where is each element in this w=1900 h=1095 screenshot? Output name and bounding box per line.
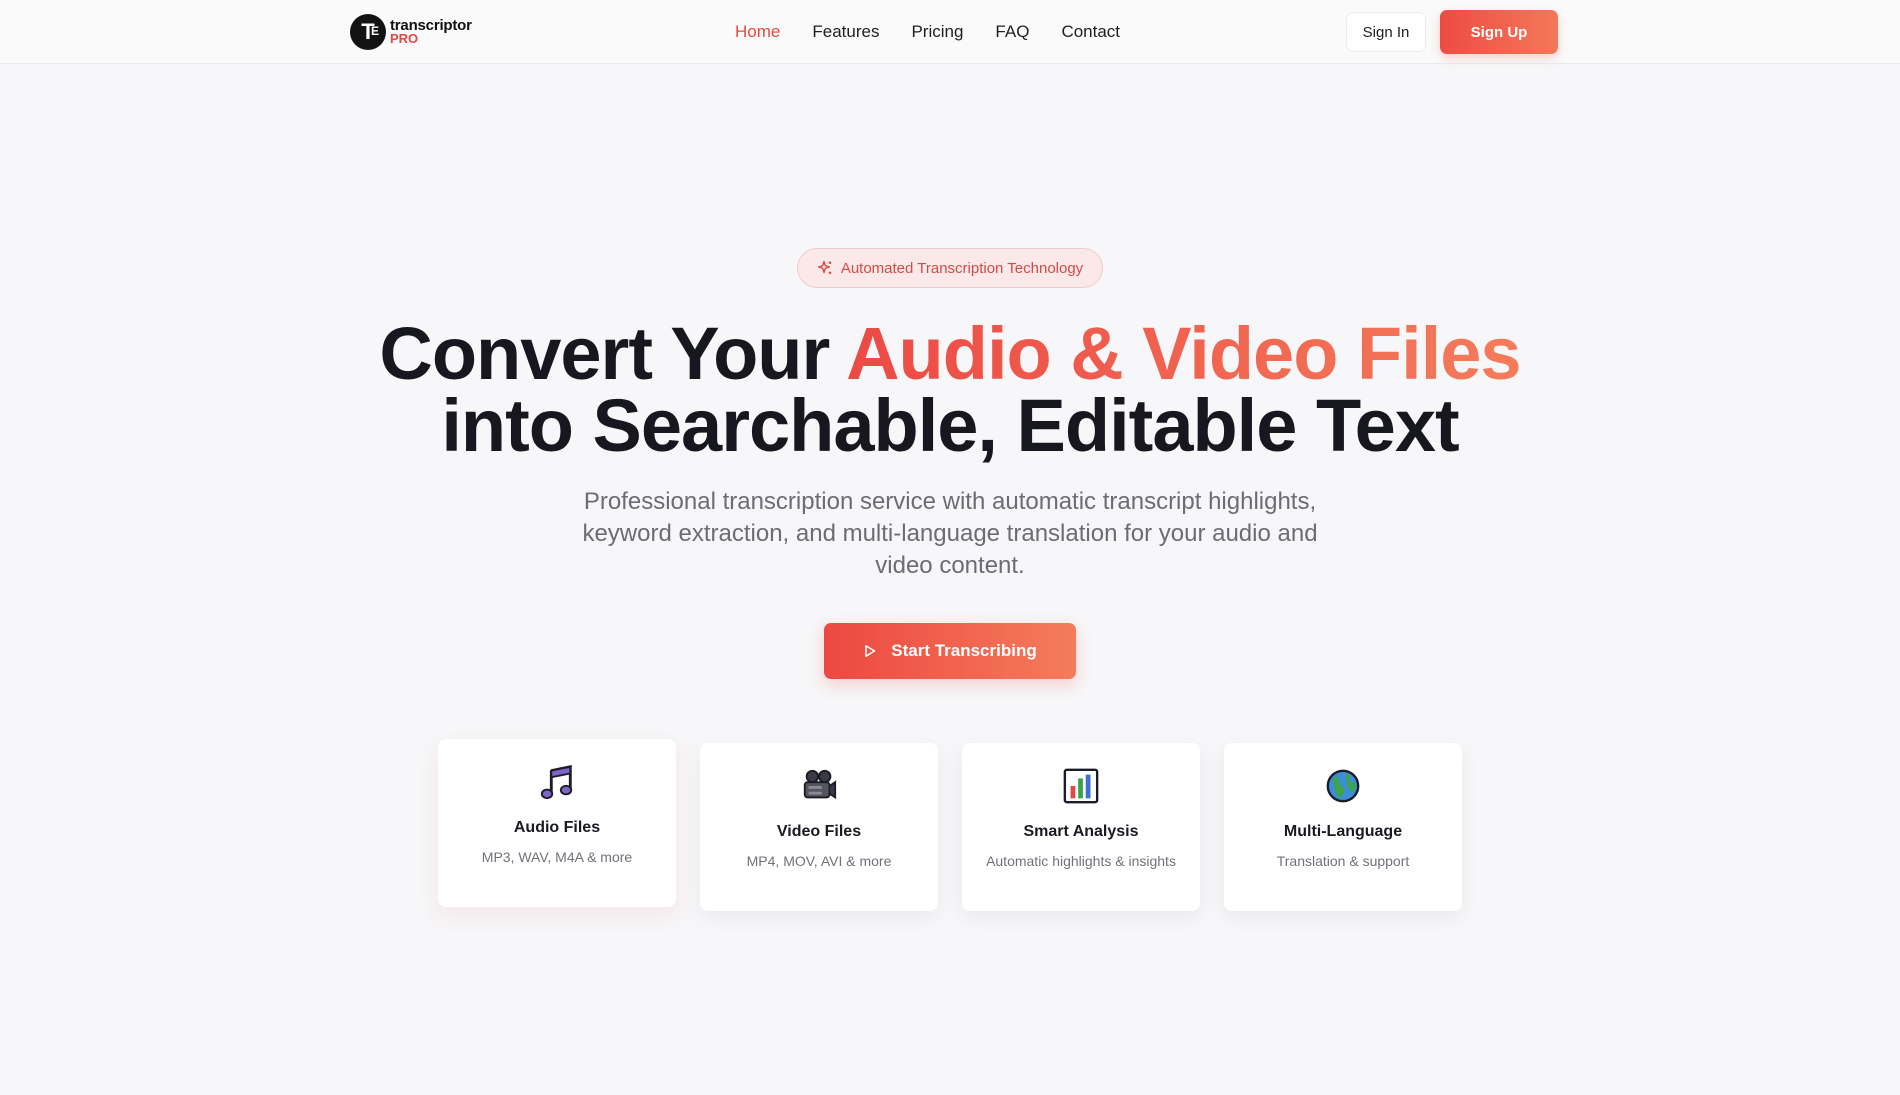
hero-subtitle: Professional transcription service with … [582,488,1318,579]
hero-headline: Convert Your Audio & Video Files into Se… [0,317,1900,463]
nav-contact[interactable]: Contact [1061,22,1120,42]
logo-letter-sub: E [370,24,379,38]
main-nav: Home Features Pricing FAQ Contact [735,0,1120,64]
music-note-icon [540,765,573,800]
headline-highlight: Audio & Video Files [846,312,1521,395]
logo-mark-icon: T E [350,14,386,50]
headline-part1: Convert Your [379,312,847,395]
headline-line2: into Searchable, Editable Text [441,384,1459,467]
nav-faq[interactable]: FAQ [995,22,1029,42]
logo-pro: PRO [390,31,419,46]
feature-desc: MP3, WAV, M4A & more [481,849,633,865]
top-navbar: T E transcriptor PRO Home Features Prici… [0,0,1900,64]
sign-up-button[interactable]: Sign Up [1440,10,1558,54]
feature-card-language: Multi-Language Translation & support [1224,743,1462,911]
feature-card-video: Video Files MP4, MOV, AVI & more [700,743,938,911]
feature-title: Audio Files [513,819,601,836]
nav-features[interactable]: Features [812,22,879,42]
feature-title: Multi-Language [1283,823,1403,840]
start-transcribing-label: Start Transcribing [891,641,1037,660]
globe-icon [1326,769,1360,803]
hero-badge-text: Automated Transcription Technology [840,259,1084,277]
sparkle-icon [817,260,832,274]
feature-desc: Translation & support [1276,853,1410,869]
logo-text: transcriptor PRO [390,18,472,46]
start-transcribing-button[interactable]: Start Transcribing [824,623,1076,679]
hero-badge: Automated Transcription Technology [797,248,1103,288]
nav-home[interactable]: Home [735,22,780,42]
bar-chart-icon [1063,768,1099,804]
video-camera-icon [803,769,837,800]
nav-pricing[interactable]: Pricing [911,22,963,42]
feature-title: Video Files [776,823,862,840]
play-icon [865,645,876,657]
sign-in-button[interactable]: Sign In [1346,12,1426,52]
brand-logo[interactable]: T E transcriptor PRO [350,13,472,51]
feature-desc: Automatic highlights & insights [986,853,1176,869]
feature-card-analysis: Smart Analysis Automatic highlights & in… [962,743,1200,911]
feature-title: Smart Analysis [1023,823,1139,840]
feature-desc: MP4, MOV, AVI & more [746,853,892,869]
feature-card-audio: Audio Files MP3, WAV, M4A & more [438,739,676,907]
